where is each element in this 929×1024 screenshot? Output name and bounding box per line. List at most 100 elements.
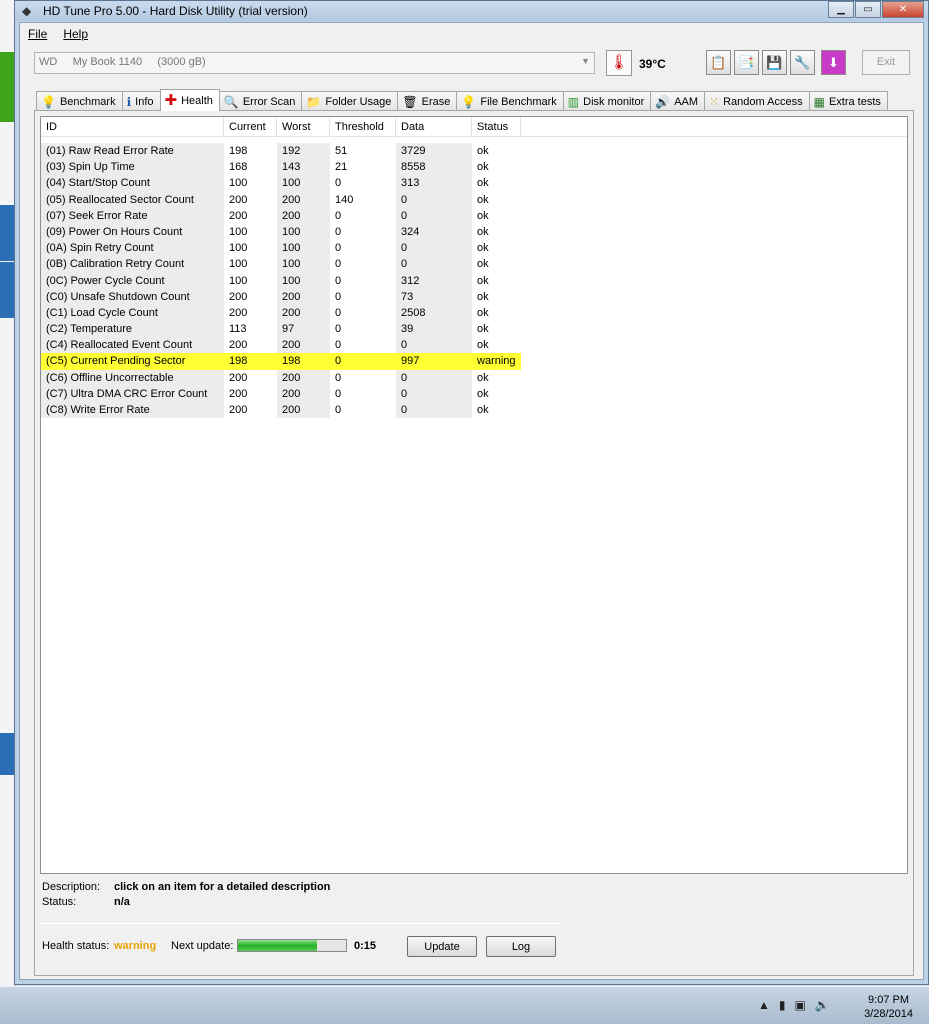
cell-id: (0A) Spin Retry Count — [41, 240, 224, 257]
column-header-worst[interactable]: Worst — [277, 117, 330, 137]
cell-worst: 200 — [277, 191, 330, 208]
copy-icon: 📋 — [710, 55, 727, 70]
cell-current: 200 — [229, 209, 248, 222]
clock[interactable]: 9:07 PM 3/28/2014 — [864, 993, 913, 1021]
copy-screenshot-button[interactable]: 📑 — [734, 50, 759, 75]
table-row[interactable]: (C7) Ultra DMA CRC Error Count 200 200 0 0 ok — [41, 385, 521, 402]
cell-threshold: 0 — [335, 339, 342, 352]
maximize-button[interactable]: ▭ — [855, 1, 881, 18]
tab-benchmark[interactable]: 💡 Benchmark — [36, 91, 123, 111]
table-row[interactable]: (0B) Calibration Retry Count 100 100 0 0 ok — [41, 256, 521, 273]
cell-current: 100 — [229, 177, 248, 190]
update-button[interactable]: Update — [407, 936, 477, 957]
tab-extra-tests[interactable]: ▦ Extra tests — [808, 91, 888, 111]
cell-current: 200 — [229, 306, 248, 319]
cell-status: ok — [477, 177, 489, 190]
tab-label: Health — [181, 94, 213, 107]
cell-worst: 200 — [277, 385, 330, 402]
menu-help[interactable]: Help — [63, 27, 88, 41]
table-row[interactable]: (C6) Offline Uncorrectable 200 200 0 0 ok — [41, 369, 521, 386]
table-row[interactable]: (01) Raw Read Error Rate 198 192 51 3729 ok — [41, 143, 521, 160]
folder-icon: 📁 — [306, 94, 322, 109]
cell-current: 198 — [224, 353, 277, 370]
file-benchmark-icon: 💡 — [461, 94, 477, 109]
table-row[interactable]: (C2) Temperature 113 97 0 39 ok — [41, 321, 521, 338]
drive-select[interactable]: WD My Book 1140 (3000 gB) ▼ — [34, 52, 595, 74]
tab-aam[interactable]: 🔊 AAM — [650, 91, 706, 111]
table-row[interactable]: (C5) Current Pending Sector 198 198 0 997 war… — [41, 353, 521, 370]
cell-threshold: 140 — [335, 193, 354, 206]
table-row[interactable]: (0A) Spin Retry Count 100 100 0 0 ok — [41, 240, 521, 257]
cell-data: 324 — [396, 223, 472, 241]
magnifier-icon: 🔍 — [223, 94, 239, 109]
log-button[interactable]: Log — [486, 936, 556, 957]
volume-icon[interactable]: 🔊 — [815, 998, 830, 1012]
column-header-current[interactable]: Current — [224, 117, 277, 137]
cell-current: 200 — [229, 193, 248, 206]
cell-data: 39 — [396, 321, 472, 338]
table-row[interactable]: (C0) Unsafe Shutdown Count 200 200 0 73 ok — [41, 288, 521, 305]
table-row[interactable]: (C4) Reallocated Event Count 200 200 0 0 ok — [41, 337, 521, 354]
drive-select-value: WD My Book 1140 (3000 gB) — [39, 56, 206, 68]
table-row[interactable]: (C1) Load Cycle Count 200 200 0 2508 ok — [41, 304, 521, 322]
tab-health[interactable]: ✚ Health — [159, 89, 220, 111]
cell-data: 73 — [396, 288, 472, 305]
tab-erase[interactable]: 🗑 Erase — [397, 91, 458, 111]
cell-data: 0 — [396, 337, 472, 354]
table-row[interactable]: (09) Power On Hours Count 100 100 0 324 ok — [41, 223, 521, 241]
tab-disk-monitor[interactable]: ▥ Disk monitor — [562, 91, 652, 111]
chevron-down-icon: ▼ — [581, 56, 590, 66]
cell-data: 2508 — [396, 304, 472, 322]
table-row[interactable]: (03) Spin Up Time 168 143 21 8558 ok — [41, 159, 521, 176]
cell-status: ok — [477, 225, 489, 238]
table-row[interactable]: (07) Seek Error Rate 200 200 0 0 ok — [41, 207, 521, 224]
cell-threshold: 0 — [335, 274, 342, 287]
cell-id: (05) Reallocated Sector Count — [41, 191, 224, 208]
column-header-data[interactable]: Data — [396, 117, 472, 137]
title-bar[interactable]: ◆ HD Tune Pro 5.00 - Hard Disk Utility (… — [15, 1, 928, 21]
cell-worst: 100 — [277, 256, 330, 273]
column-header-threshold[interactable]: Threshold — [330, 117, 396, 137]
download-button[interactable]: ⬇ — [821, 50, 846, 75]
table-row[interactable]: (C8) Write Error Rate 200 200 0 0 ok — [41, 402, 521, 419]
smart-attributes-list[interactable]: ID Current Worst Threshold Data Status (… — [40, 116, 908, 874]
extra-tests-icon: ▦ — [813, 94, 825, 109]
network-icon[interactable]: ▣ — [795, 998, 806, 1012]
close-button[interactable]: ✕ — [882, 1, 924, 18]
tab-error-scan[interactable]: 🔍 Error Scan — [218, 91, 303, 111]
cell-threshold: 0 — [335, 387, 342, 400]
column-header-status[interactable]: Status — [472, 117, 521, 137]
status-value: n/a — [114, 896, 130, 908]
cell-id: (04) Start/Stop Count — [41, 175, 224, 192]
cell-threshold: 0 — [335, 225, 342, 238]
tab-file-benchmark[interactable]: 💡 File Benchmark — [456, 91, 564, 111]
cell-id: (C6) Offline Uncorrectable — [41, 369, 224, 386]
exit-button[interactable]: Exit — [862, 50, 910, 75]
tab-label: Extra tests — [828, 95, 881, 108]
cell-id: (0B) Calibration Retry Count — [41, 256, 224, 273]
cell-worst: 200 — [277, 207, 330, 224]
tab-label: AAM — [674, 95, 699, 108]
column-header-id[interactable]: ID — [41, 117, 224, 137]
cell-threshold: 0 — [335, 323, 342, 336]
battery-icon[interactable]: ▮ — [779, 998, 786, 1012]
cell-status: ok — [477, 387, 489, 400]
tab-folder-usage[interactable]: 📁 Folder Usage — [301, 91, 399, 111]
copy-info-button[interactable]: 📋 — [706, 50, 731, 75]
client-area: File Help WD My Book 1140 (3000 gB) ▼ 🌡 … — [19, 22, 924, 980]
show-hidden-icons-icon[interactable]: ▲ — [758, 998, 770, 1012]
tab-random-access[interactable]: ⁙ Random Access — [704, 91, 810, 111]
arrow-down-icon: ⬇ — [828, 55, 839, 70]
menu-file[interactable]: File — [28, 27, 47, 41]
tab-info[interactable]: ℹ Info — [121, 91, 161, 111]
table-row[interactable]: (05) Reallocated Sector Count 200 200 140 0 o… — [41, 191, 521, 208]
cell-data: 0 — [396, 369, 472, 386]
table-row[interactable]: (0C) Power Cycle Count 100 100 0 312 ok — [41, 272, 521, 289]
options-button[interactable]: 🔧 — [790, 50, 815, 75]
cell-current: 200 — [229, 404, 248, 416]
save-button[interactable]: 💾 — [762, 50, 787, 75]
table-row[interactable]: (04) Start/Stop Count 100 100 0 313 ok — [41, 175, 521, 192]
tab-label: Info — [135, 95, 154, 108]
minimize-button[interactable]: ▁ — [828, 1, 854, 18]
cell-id: (C0) Unsafe Shutdown Count — [41, 288, 224, 305]
